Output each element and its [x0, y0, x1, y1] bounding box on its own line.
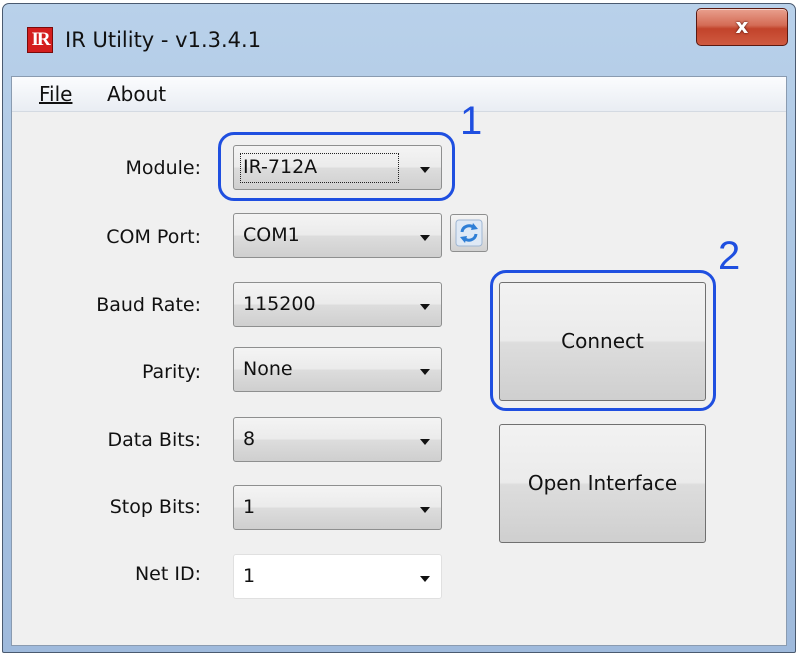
window-title: IR Utility - v1.3.4.1 — [65, 28, 262, 52]
data-bits-value: 8 — [243, 428, 256, 450]
callout-number-1: 1 — [460, 99, 483, 143]
net-id-select[interactable]: 1 — [233, 554, 442, 599]
chevron-down-icon — [420, 304, 430, 310]
menu-about[interactable]: About — [107, 82, 166, 106]
parity-label: Parity: — [141, 361, 201, 383]
refresh-icon — [455, 219, 483, 247]
net-id-value: 1 — [243, 565, 256, 587]
callout-number-2: 2 — [718, 234, 741, 278]
chevron-down-icon — [420, 576, 430, 582]
module-label: Module: — [125, 157, 202, 179]
chevron-down-icon — [420, 439, 430, 445]
client-area: File About Module: IR-712A COM Port: COM… — [11, 76, 787, 646]
title-bar[interactable]: IR IR Utility - v1.3.4.1 x — [3, 4, 795, 76]
com-port-label: COM Port: — [106, 226, 201, 248]
menu-file-label: File — [39, 82, 73, 106]
stop-bits-label: Stop Bits: — [109, 496, 201, 518]
app-logo-icon: IR — [27, 27, 53, 53]
menu-file[interactable]: File — [39, 82, 72, 106]
open-interface-button[interactable]: Open Interface — [499, 424, 706, 543]
parity-select[interactable]: None — [233, 347, 442, 392]
chevron-down-icon — [420, 235, 430, 241]
highlight-box-module — [218, 132, 455, 201]
chevron-down-icon — [420, 369, 430, 375]
refresh-button[interactable] — [450, 214, 488, 252]
data-bits-select[interactable]: 8 — [233, 417, 442, 462]
com-port-select[interactable]: COM1 — [233, 213, 442, 258]
baud-rate-value: 115200 — [243, 293, 316, 315]
baud-rate-label: Baud Rate: — [96, 294, 201, 316]
net-id-label: Net ID: — [134, 563, 201, 585]
baud-rate-select[interactable]: 115200 — [233, 282, 442, 327]
chevron-down-icon — [420, 507, 430, 513]
app-window: IR IR Utility - v1.3.4.1 x File About Mo… — [2, 3, 796, 653]
stop-bits-select[interactable]: 1 — [233, 485, 442, 530]
close-button[interactable]: x — [696, 8, 788, 46]
parity-value: None — [243, 358, 293, 380]
data-bits-label: Data Bits: — [107, 429, 201, 451]
open-interface-button-label: Open Interface — [527, 471, 678, 495]
stop-bits-value: 1 — [243, 496, 256, 518]
highlight-box-connect — [490, 270, 716, 411]
menu-bar: File About — [12, 77, 786, 112]
com-port-value: COM1 — [243, 224, 300, 246]
